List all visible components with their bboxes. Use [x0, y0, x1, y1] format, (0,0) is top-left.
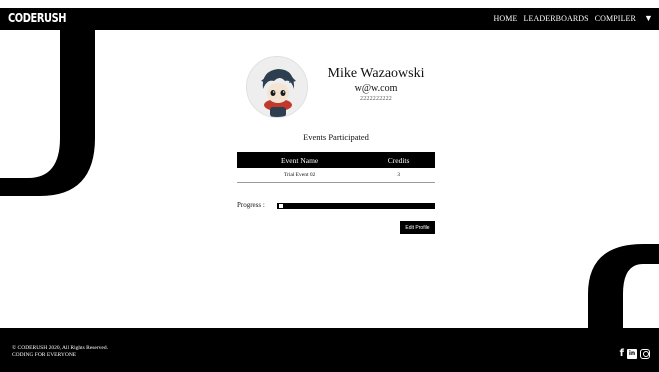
nav-menu: HOME LEADERBOARDS COMPILER ▼ [494, 13, 653, 23]
facebook-icon[interactable]: f [620, 348, 624, 359]
column-header-event-name: Event Name [237, 152, 363, 168]
profile-phone: 2222222222 [360, 96, 392, 102]
events-table: Event Name Credits Trial Event 02 3 [237, 152, 435, 183]
decorative-j-left [0, 28, 95, 196]
table-row: Trial Event 02 3 [237, 168, 435, 183]
tagline-text: CODING FOR EVERYONE [12, 352, 77, 358]
footer: © CODERUSH 2020, All Rights Reserved. CO… [0, 328, 659, 372]
nav-leaderboards-link[interactable]: LEADERBOARDS [524, 14, 589, 23]
avatar-image [247, 57, 307, 117]
linkedin-icon[interactable]: in [627, 348, 637, 359]
profile-name: Mike Wazaowski [327, 66, 425, 81]
instagram-icon[interactable] [640, 348, 650, 359]
table-header-row: Event Name Credits [237, 152, 435, 168]
event-name-cell: Trial Event 02 [237, 168, 363, 183]
caret-down-icon[interactable]: ▼ [644, 13, 653, 23]
brand-logo[interactable]: CODERUSH [8, 11, 67, 25]
copyright-text: © CODERUSH 2020, All Rights Reserved. [12, 345, 109, 351]
top-navbar: CODERUSH HOME LEADERBOARDS COMPILER ▼ [0, 8, 659, 30]
footer-text: © CODERUSH 2020, All Rights Reserved. CO… [12, 345, 108, 359]
progress-bar-fill [279, 204, 283, 208]
events-section-title: Events Participated [303, 132, 369, 142]
profile-email: w@w.com [354, 83, 398, 94]
social-links: f in [620, 348, 650, 359]
progress-label: Progress : [237, 201, 265, 209]
avatar [246, 56, 308, 118]
decorative-j-right [588, 244, 659, 330]
progress-bar [277, 203, 435, 209]
nav-home-link[interactable]: HOME [494, 14, 518, 23]
edit-profile-button[interactable]: Edit Profile [400, 221, 435, 234]
credits-cell: 3 [362, 168, 435, 183]
column-header-credits: Credits [362, 152, 435, 168]
nav-compiler-link[interactable]: COMPILER [595, 14, 636, 23]
